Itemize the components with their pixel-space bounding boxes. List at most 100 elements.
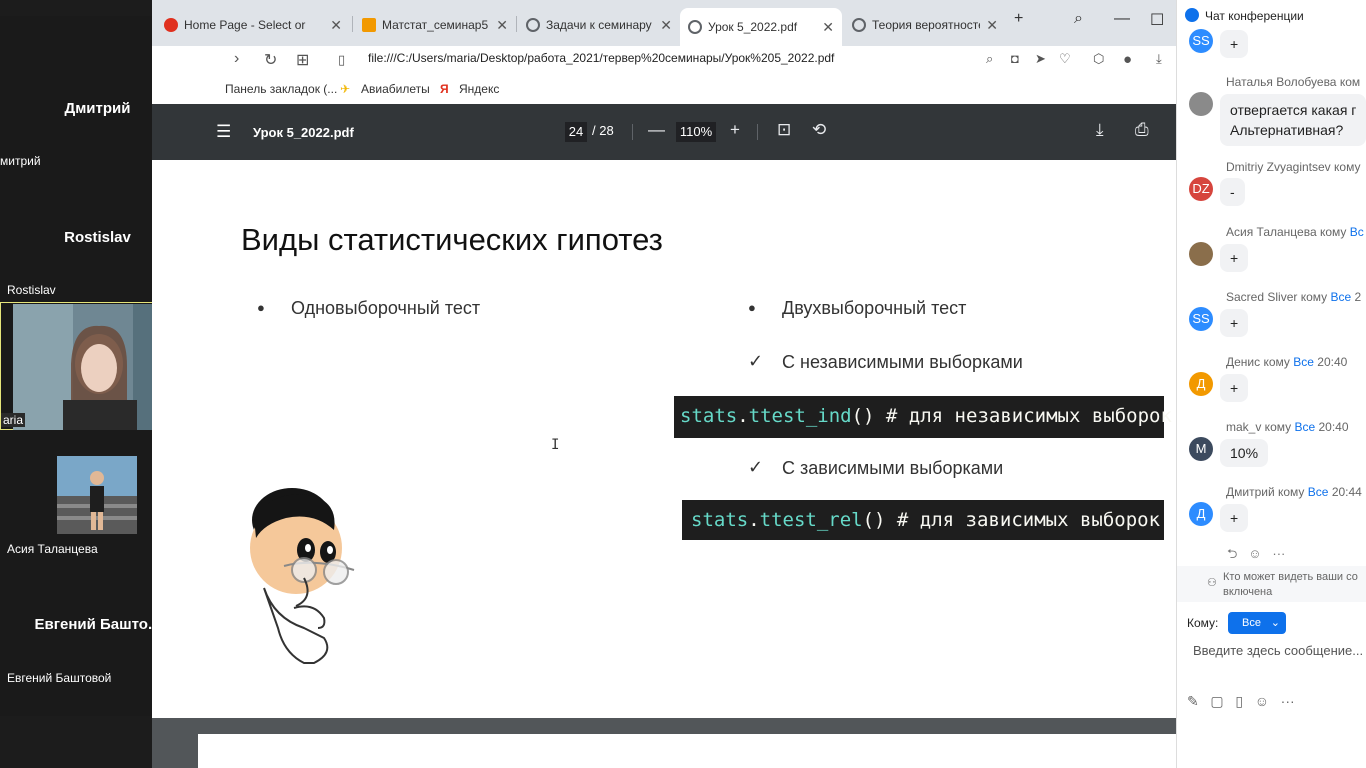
pdf-toolbar: ☰ Урок 5_2022.pdf 24 / 28 — 110% + ⊡ ⟲ ⤓… — [152, 104, 1176, 160]
avatar: M — [1189, 437, 1213, 461]
globe-icon — [526, 18, 540, 32]
zoom-out-icon[interactable]: — — [648, 120, 665, 140]
emoji-icon[interactable]: ☺ — [1255, 693, 1269, 709]
screenshot-icon[interactable]: ▢ — [1210, 693, 1223, 709]
reload-icon[interactable]: ↻ — [264, 50, 277, 70]
message-sender: Наталья Волобуева ком — [1226, 75, 1361, 89]
maximize-icon[interactable]: ☐ — [1150, 10, 1164, 30]
message-input[interactable]: Введите здесь сообщение... — [1193, 643, 1363, 658]
recipient-value: Все — [1242, 617, 1261, 629]
check-text: С зависимыми выборками — [782, 458, 1004, 478]
message-bubble: - — [1220, 178, 1245, 206]
more-icon[interactable]: ··· — [1272, 546, 1285, 561]
file-icon[interactable]: ▯ — [1235, 693, 1243, 709]
close-tab-icon[interactable]: ✕ — [496, 17, 508, 34]
recipient: Вс — [1349, 225, 1364, 239]
bullet-icon: ● — [748, 300, 756, 315]
download-icon[interactable]: ⤓ — [1156, 51, 1162, 67]
privacy-text: включена — [1223, 586, 1273, 598]
zoom-in-icon[interactable]: + — [730, 120, 740, 140]
new-tab-icon[interactable]: + — [1014, 10, 1023, 28]
close-tab-icon[interactable]: ✕ — [986, 17, 998, 34]
sender-name: Асия Таланцева кому — [1226, 225, 1347, 239]
text-cursor-icon: I — [551, 437, 560, 453]
recipient-select[interactable]: Все ⌄ — [1228, 612, 1286, 634]
menu-icon[interactable]: ☰ — [216, 122, 231, 142]
message-sender: Денис кому Все 20:40 — [1226, 355, 1347, 369]
browser-tab[interactable]: Теория вероятностей ✕ — [844, 10, 1006, 40]
zoom-icon[interactable]: ⌕ — [986, 51, 993, 67]
bookmark-item[interactable]: Яндекс — [459, 82, 499, 96]
composer-tools: ✎ ▢ ▯ ☺ ··· — [1187, 693, 1295, 710]
code-function: ttest_ind — [748, 405, 852, 427]
download-icon[interactable]: ⤓ — [1096, 120, 1104, 140]
code-function: ttest_rel — [759, 509, 863, 531]
privacy-notice: ⚇ Кто может видеть ваши со включена — [1177, 566, 1366, 602]
message-bubble: + — [1220, 309, 1249, 337]
recipient: Все — [1330, 290, 1352, 304]
slide-title: Виды статистических гипотез — [241, 222, 663, 257]
message-sender: Асия Таланцева кому Вс — [1226, 225, 1364, 239]
heart-icon[interactable]: ♡ — [1059, 51, 1071, 67]
send-icon[interactable]: ➤ — [1035, 51, 1046, 67]
plane-icon: ✈ — [340, 82, 351, 96]
code-module: stats — [691, 509, 749, 531]
thinking-man-illustration — [250, 488, 355, 664]
avatar: SS — [1189, 29, 1213, 53]
zoom-level[interactable]: 110% — [676, 122, 716, 142]
code-dot: . — [748, 509, 760, 531]
browser-tab-active[interactable]: Урок 5_2022.pdf ✕ — [680, 8, 842, 46]
print-icon[interactable]: ⎙ — [1135, 120, 1149, 140]
check-text: С независимыми выборками — [782, 352, 1023, 372]
privacy-text: Кто может видеть ваши со — [1223, 571, 1358, 583]
bullet-text: Двухвыборочный тест — [782, 298, 967, 318]
reply-icon[interactable]: ⮌ — [1227, 546, 1237, 561]
recipient: Все — [1294, 420, 1316, 434]
bookmark-item[interactable]: Авиабилеты — [361, 82, 430, 96]
camera-icon[interactable]: ◘ — [1011, 51, 1019, 66]
fit-page-icon[interactable]: ⊡ — [777, 120, 791, 140]
browser-tab[interactable]: Матстат_семинар5 - I ✕ — [354, 10, 516, 40]
browser-tab[interactable]: Задачи к семинару 5.2 ✕ — [518, 10, 680, 40]
recipient: Все — [1293, 355, 1314, 369]
message-actions: ⮌ ☺ ··· — [1227, 545, 1285, 567]
tab-label: Урок 5_2022.pdf — [708, 20, 798, 34]
message-sender: Дмитрий кому Все 20:44 — [1226, 485, 1362, 499]
site-icon — [164, 18, 178, 32]
message-bubble: + — [1220, 504, 1249, 532]
close-tab-icon[interactable]: ✕ — [822, 19, 834, 36]
to-label: Кому: — [1187, 616, 1219, 630]
close-tab-icon[interactable]: ✕ — [660, 17, 672, 34]
bookmark-item[interactable]: Панель закладок (... — [225, 82, 337, 96]
bullet-text: Одновыборочный тест — [291, 298, 481, 318]
page-number-input[interactable]: 24 — [565, 122, 587, 142]
pdf-scroll-area — [152, 718, 1190, 768]
message-time: 2 — [1354, 290, 1362, 304]
file-icon: ▯ — [338, 52, 346, 67]
sender-name: mak_v кому — [1226, 420, 1292, 434]
sender-name: Дмитрий кому — [1226, 485, 1305, 499]
browser-tab[interactable]: Home Page - Select or ✕ — [156, 10, 350, 40]
box-icon[interactable]: ⬡ — [1093, 51, 1104, 67]
message-sender: mak_v кому Все 20:40 — [1226, 420, 1349, 434]
search-icon[interactable]: ⌕ — [1074, 10, 1083, 28]
profile-icon[interactable]: ● — [1123, 51, 1132, 68]
more-icon[interactable]: ··· — [1281, 693, 1295, 709]
message-line: отвергается какая г — [1230, 102, 1357, 118]
url-field[interactable]: file:///C:/Users/maria/Desktop/работа_20… — [368, 51, 834, 65]
grid-icon[interactable]: ⊞ — [296, 50, 309, 70]
pdf-page: Виды статистических гипотез ● Одновыборо… — [152, 160, 1176, 718]
avatar: Д — [1189, 372, 1213, 396]
browser-window: Home Page - Select or ✕ Матстат_семинар5… — [152, 0, 1214, 768]
emoji-icon[interactable]: ☺ — [1248, 546, 1261, 561]
minimize-icon[interactable]: — — [1114, 10, 1130, 28]
message-time: 20:44 — [1331, 485, 1362, 499]
message-time: 20:40 — [1318, 420, 1349, 434]
pdf-title: Урок 5_2022.pdf — [253, 125, 354, 140]
format-icon[interactable]: ✎ — [1187, 693, 1199, 709]
forward-icon[interactable]: › — [234, 50, 239, 68]
rotate-icon[interactable]: ⟲ — [812, 120, 826, 140]
message-bubble: + — [1220, 374, 1249, 402]
document-icon — [362, 18, 376, 32]
close-tab-icon[interactable]: ✕ — [330, 17, 342, 34]
